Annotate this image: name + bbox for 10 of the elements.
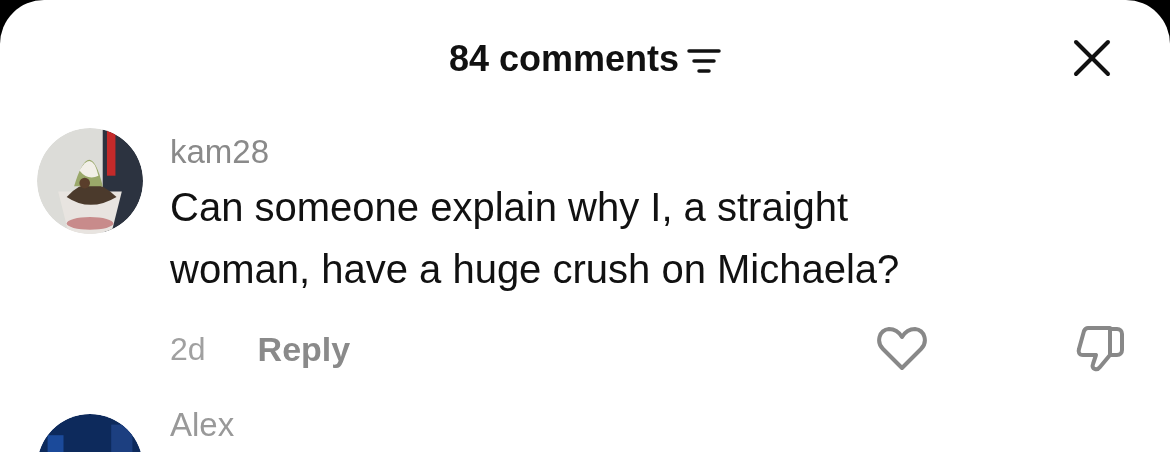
reply-button[interactable]: Reply — [257, 329, 351, 369]
comment-text: Can someone explain why I, a straight woman, have a huge crush on Michaela? — [170, 184, 901, 293]
comments-count-title: 84 comments — [448, 38, 680, 80]
comment-time: 2d — [170, 330, 206, 368]
filter-icon[interactable] — [687, 48, 722, 74]
heart-icon[interactable] — [876, 326, 928, 372]
close-button[interactable] — [1072, 38, 1112, 78]
username[interactable]: kam28 — [170, 132, 270, 172]
thumbs-down-icon[interactable] — [1076, 325, 1126, 373]
username[interactable]: Alex — [170, 408, 235, 442]
